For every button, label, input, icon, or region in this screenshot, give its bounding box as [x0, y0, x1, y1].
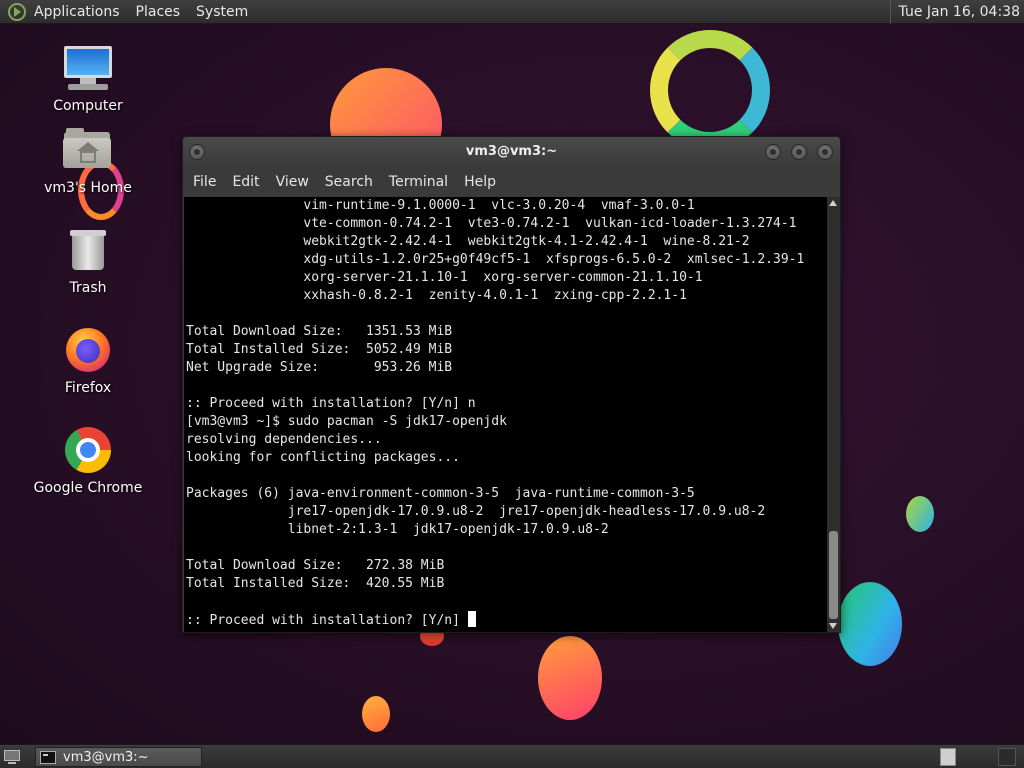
menu-terminal[interactable]: Terminal: [381, 167, 456, 197]
terminal-prompt-text: :: Proceed with installation? [Y/n]: [186, 613, 468, 628]
menu-search[interactable]: Search: [317, 167, 381, 197]
trash-applet-icon[interactable]: [998, 748, 1016, 766]
applications-menu[interactable]: Applications: [28, 0, 128, 24]
terminal-line: looking for conflicting packages...: [186, 450, 460, 465]
places-menu[interactable]: Places: [128, 0, 189, 24]
terminal-window[interactable]: vm3@vm3:~ File Edit View Search Terminal…: [182, 136, 841, 633]
clock[interactable]: Tue Jan 16, 04:38: [889, 0, 1020, 24]
home-folder-icon: [62, 126, 114, 176]
wallpaper-small-green-egg: [906, 496, 934, 532]
desktop-icon-label: Google Chrome: [33, 480, 143, 496]
terminal-line: vim-runtime-9.1.0000-1 vlc-3.0.20-4 vmaf…: [186, 198, 695, 213]
chrome-icon: [62, 426, 114, 476]
menu-file[interactable]: File: [183, 167, 224, 197]
terminal-line: Total Installed Size: 5052.49 MiB: [186, 342, 453, 357]
desktop-icon-home[interactable]: vm3's Home: [33, 126, 143, 196]
terminal-line: Total Installed Size: 420.55 MiB: [186, 576, 445, 591]
menu-help[interactable]: Help: [456, 167, 504, 197]
wallpaper-ring: [650, 30, 770, 150]
terminal-line: xxhash-0.8.2-1 zenity-4.0.1-1 zxing-cpp-…: [186, 288, 687, 303]
terminal-line: vte-common-0.74.2-1 vte3-0.74.2-1 vulkan…: [186, 216, 797, 231]
taskbar-item-label: vm3@vm3:~: [63, 749, 149, 765]
terminal-line: :: Proceed with installation? [Y/n] n: [186, 396, 476, 411]
window-titlebar[interactable]: vm3@vm3:~: [183, 137, 840, 167]
minimize-button[interactable]: [765, 144, 781, 160]
terminal-line: xdg-utils-1.2.0r25+g0f49cf5-1 xfsprogs-6…: [186, 252, 805, 267]
taskbar-item-terminal[interactable]: vm3@vm3:~: [35, 747, 202, 767]
desktop-icon-computer[interactable]: Computer: [33, 44, 143, 114]
terminal-line: jre17-openjdk-17.0.9.u8-2 jre17-openjdk-…: [186, 504, 766, 519]
top-panel: Applications Places System Tue Jan 16, 0…: [0, 0, 1024, 24]
terminal-line: webkit2gtk-2.42.4-1 webkit2gtk-4.1-2.42.…: [186, 234, 750, 249]
computer-icon: [62, 44, 114, 94]
menu-edit[interactable]: Edit: [224, 167, 267, 197]
terminal-prompt-line: :: Proceed with installation? [Y/n]: [186, 611, 804, 629]
system-menu[interactable]: System: [188, 0, 256, 24]
terminal-output[interactable]: vim-runtime-9.1.0000-1 vlc-3.0.20-4 vmaf…: [184, 197, 827, 632]
desktop-icon-chrome[interactable]: Google Chrome: [33, 426, 143, 496]
terminal-line: Total Download Size: 1351.53 MiB: [186, 324, 453, 339]
show-desktop-icon[interactable]: [3, 748, 23, 766]
desktop-icon-label: Trash: [69, 280, 107, 296]
scrollbar-thumb[interactable]: [829, 531, 838, 619]
terminal-scrollbar[interactable]: [827, 197, 840, 632]
terminal-line: xorg-server-21.1.10-1 xorg-server-common…: [186, 270, 703, 285]
desktop-icon-label: vm3's Home: [44, 180, 132, 196]
scroll-down-arrow-icon[interactable]: [829, 623, 837, 629]
wallpaper-orange-egg: [538, 636, 602, 720]
desktop-icon-label: Computer: [53, 98, 123, 114]
terminal-line: Net Upgrade Size: 953.26 MiB: [186, 360, 453, 375]
terminal-line: resolving dependencies...: [186, 432, 382, 447]
scroll-up-arrow-icon[interactable]: [829, 200, 837, 206]
desktop-icon-trash[interactable]: Trash: [33, 226, 143, 296]
terminal-line: Total Download Size: 272.38 MiB: [186, 558, 445, 573]
firefox-icon: [62, 326, 114, 376]
terminal-menubar: File Edit View Search Terminal Help: [183, 167, 840, 197]
trash-icon: [62, 226, 114, 276]
workspace-switcher[interactable]: [940, 748, 956, 766]
close-button[interactable]: [817, 144, 833, 160]
terminal-line: [vm3@vm3 ~]$ sudo pacman -S jdk17-openjd…: [186, 414, 507, 429]
maximize-button[interactable]: [791, 144, 807, 160]
terminal-icon: [40, 750, 56, 764]
wallpaper-tiny-egg: [362, 696, 390, 732]
text-cursor: [467, 611, 476, 627]
desktop-icon-label: Firefox: [64, 380, 112, 396]
menu-view[interactable]: View: [268, 167, 317, 197]
window-title: vm3@vm3:~: [465, 144, 558, 159]
mate-logo-icon[interactable]: [6, 1, 28, 23]
bottom-panel: vm3@vm3:~: [0, 744, 1024, 768]
terminal-line: Packages (6) java-environment-common-3-5…: [186, 486, 695, 501]
wallpaper-green-blue-egg: [838, 582, 902, 666]
terminal-line: libnet-2:1.3-1 jdk17-openjdk-17.0.9.u8-2: [186, 522, 609, 537]
desktop-icon-firefox[interactable]: Firefox: [33, 326, 143, 396]
